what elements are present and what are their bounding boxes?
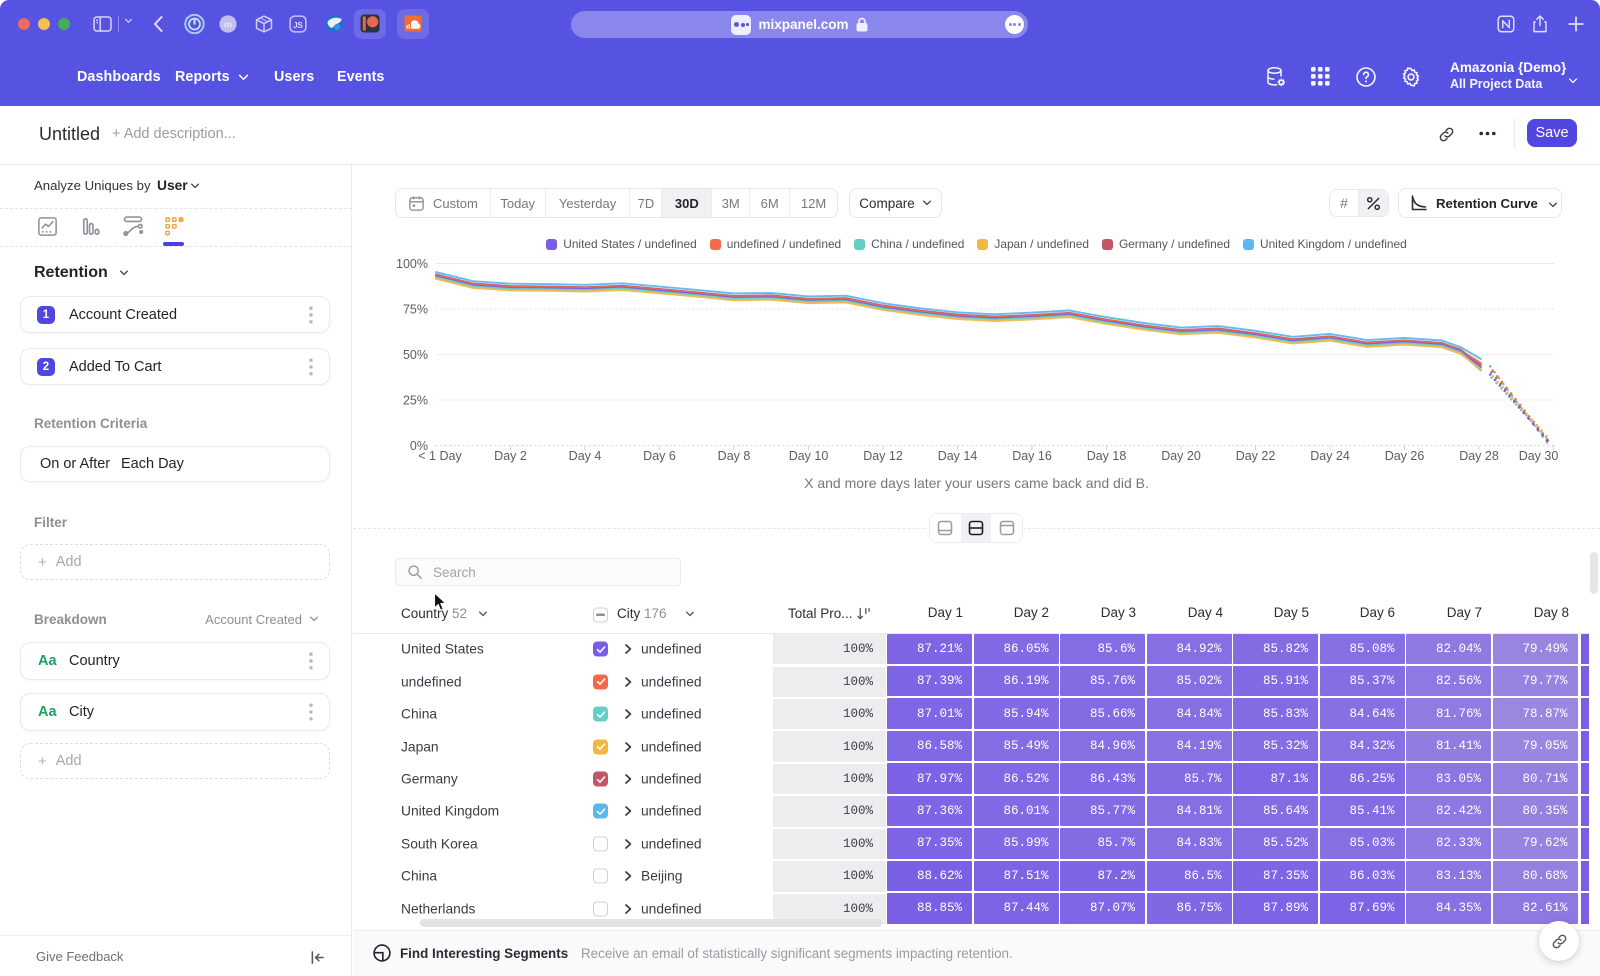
svg-text:50%: 50% [403,348,428,362]
svg-text:Day 28: Day 28 [1459,449,1499,463]
svg-text:JS: JS [293,21,303,30]
svg-text:Day 8: Day 8 [718,449,751,463]
svg-text:Day 24: Day 24 [1310,449,1350,463]
svg-text:Day 30: Day 30 [1519,449,1559,463]
svg-text:Day 2: Day 2 [494,449,527,463]
svg-text:Day 26: Day 26 [1385,449,1425,463]
svg-text:100%: 100% [396,257,428,271]
svg-text:Day 6: Day 6 [643,449,676,463]
svg-text:Day 10: Day 10 [789,449,829,463]
svg-text:Day 16: Day 16 [1012,449,1052,463]
svg-text:Day 4: Day 4 [569,449,602,463]
svg-text:Day 14: Day 14 [938,449,978,463]
svg-text:Day 22: Day 22 [1236,449,1276,463]
svg-text:Day 18: Day 18 [1087,449,1127,463]
svg-text:m: m [224,20,232,30]
svg-text:75%: 75% [403,303,428,317]
svg-text:Day 20: Day 20 [1161,449,1201,463]
svg-text:< 1 Day: < 1 Day [418,449,462,463]
svg-text:Day 12: Day 12 [863,449,903,463]
svg-text:25%: 25% [403,394,428,408]
